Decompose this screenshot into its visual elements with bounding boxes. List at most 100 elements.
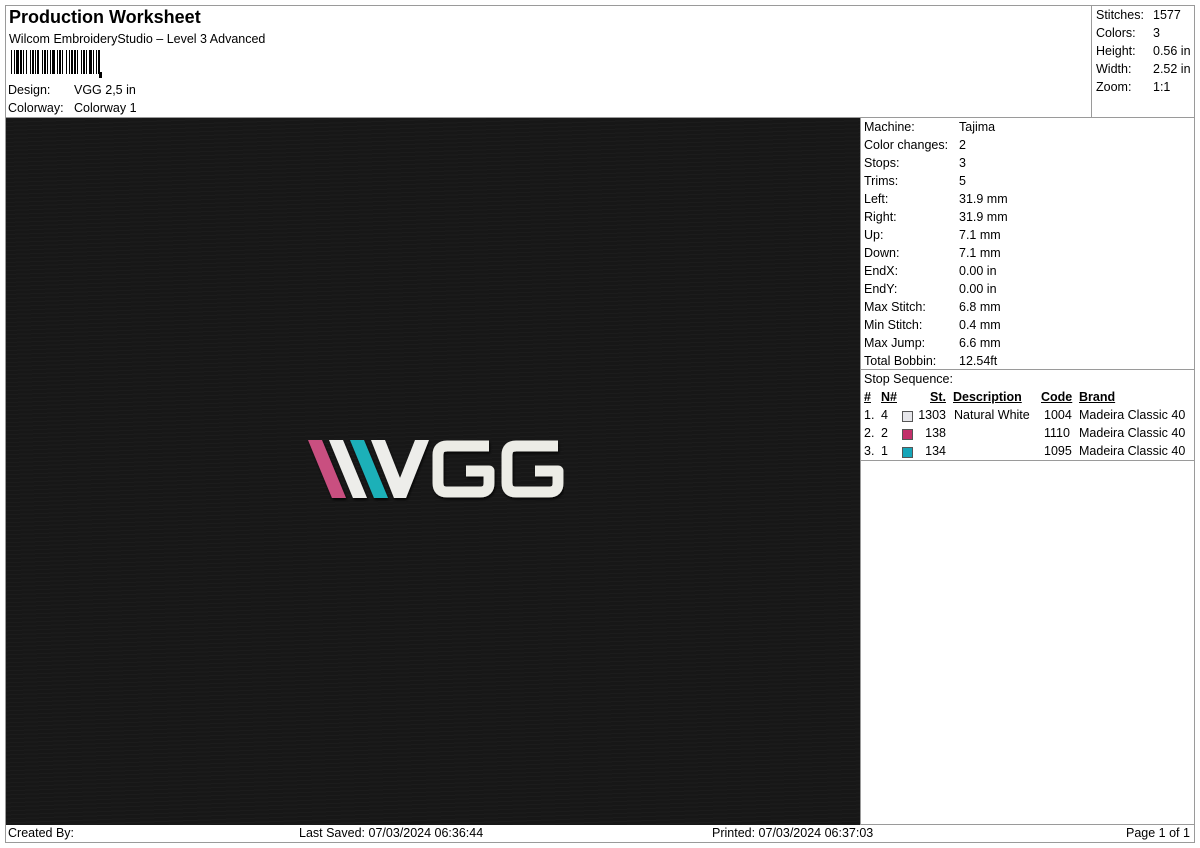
summary-value: 3 xyxy=(1153,26,1160,40)
summary-row: Width: 2.52 in xyxy=(1096,60,1191,78)
info-label: Max Jump: xyxy=(864,336,926,350)
info-label: Right: xyxy=(864,210,897,224)
seq-cell-n: 1 xyxy=(881,444,888,458)
info-label: Trims: xyxy=(864,174,899,188)
summary-row: Height: 0.56 in xyxy=(1096,42,1191,60)
info-value: 5 xyxy=(959,174,966,188)
summary-value: 0.56 in xyxy=(1153,44,1191,58)
info-label: Color changes: xyxy=(864,138,949,152)
seq-cell-st: 138 xyxy=(925,426,946,440)
design-label: Design: xyxy=(8,83,51,97)
info-row: EndY: 0.00 in xyxy=(864,280,1008,298)
software-subtitle: Wilcom EmbroideryStudio – Level 3 Advanc… xyxy=(9,32,266,46)
seq-cell-code: 1095 xyxy=(1044,444,1072,458)
info-label: Max Stitch: xyxy=(864,300,926,314)
col-header-stitches: St. xyxy=(930,390,946,404)
summary-label: Stitches: xyxy=(1096,8,1144,22)
seq-cell-st: 1303 xyxy=(918,408,946,422)
col-header-code: Code xyxy=(1041,390,1073,404)
info-row: Up: 7.1 mm xyxy=(864,226,1008,244)
summary-row: Colors: 3 xyxy=(1096,24,1191,42)
design-row: Design: VGG 2,5 in xyxy=(8,83,136,97)
barcode-image xyxy=(11,50,102,78)
thread-color-swatch xyxy=(902,447,913,458)
info-value: 6.8 mm xyxy=(959,300,1001,314)
thread-color-swatch xyxy=(902,411,913,422)
seq-cell-num: 3. xyxy=(864,444,875,458)
info-row: Down: 7.1 mm xyxy=(864,244,1008,262)
summary-stats: Stitches: 1577 Colors: 3 Height: 0.56 in Wi… xyxy=(1096,6,1191,96)
vgg-logo xyxy=(308,440,564,498)
info-value: 3 xyxy=(959,156,966,170)
col-header-num: # xyxy=(864,390,871,404)
seq-cell-brand: Madeira Classic 40 xyxy=(1079,444,1186,458)
last-saved: Last Saved: 07/03/2024 06:36:44 xyxy=(299,826,484,840)
summary-label: Width: xyxy=(1096,62,1132,76)
info-row: Stops: 3 xyxy=(864,154,1008,172)
info-row: Max Stitch: 6.8 mm xyxy=(864,298,1008,316)
info-label: EndY: xyxy=(864,282,898,296)
stop-sequence-title: Stop Sequence: xyxy=(864,372,953,386)
summary-row: Zoom: 1:1 xyxy=(1096,78,1191,96)
info-row: EndX: 0.00 in xyxy=(864,262,1008,280)
panel-divider xyxy=(860,117,861,825)
design-preview xyxy=(6,118,860,825)
info-label: Total Bobbin: xyxy=(864,354,937,368)
col-header-n: N# xyxy=(881,390,897,404)
info-value: 0.4 mm xyxy=(959,318,1001,332)
col-header-description: Description xyxy=(953,390,1022,404)
summary-value: 1:1 xyxy=(1153,80,1171,94)
seq-cell-code: 1110 xyxy=(1044,426,1070,440)
info-value: 31.9 mm xyxy=(959,210,1008,224)
info-value: 7.1 mm xyxy=(959,246,1001,260)
info-label: Down: xyxy=(864,246,900,260)
info-value: 31.9 mm xyxy=(959,192,1008,206)
info-value: Tajima xyxy=(959,120,996,134)
summary-label: Colors: xyxy=(1096,26,1136,40)
seq-cell-num: 2. xyxy=(864,426,875,440)
info-value: 0.00 in xyxy=(959,282,997,296)
created-by: Created By: xyxy=(8,826,75,840)
letter-g-first xyxy=(432,440,495,498)
info-value: 6.6 mm xyxy=(959,336,1001,350)
info-value: 12.54ft xyxy=(959,354,998,368)
summary-value: 2.52 in xyxy=(1153,62,1191,76)
seq-cell-n: 4 xyxy=(881,408,888,422)
colorway-value: Colorway 1 xyxy=(74,101,137,115)
machine-info: Machine: Tajima Color changes: 2 Stops: 3 Trim… xyxy=(864,118,1008,370)
page-title: Production Worksheet xyxy=(9,7,201,27)
info-label: Up: xyxy=(864,228,884,242)
colorway-row: Colorway: Colorway 1 xyxy=(8,101,137,115)
info-label: Machine: xyxy=(864,120,915,134)
info-row: Trims: 5 xyxy=(864,172,1008,190)
seq-cell-num: 1. xyxy=(864,408,875,422)
info-row: Max Jump: 6.6 mm xyxy=(864,334,1008,352)
letter-g-second xyxy=(501,440,564,498)
summary-row: Stitches: 1577 xyxy=(1096,6,1191,24)
thread-color-swatch xyxy=(902,429,913,440)
info-row: Left: 31.9 mm xyxy=(864,190,1008,208)
printed-date: Printed: 07/03/2024 06:37:03 xyxy=(712,826,874,840)
col-header-brand: Brand xyxy=(1079,390,1116,404)
info-label: Left: xyxy=(864,192,889,206)
seq-cell-brand: Madeira Classic 40 xyxy=(1079,426,1186,440)
info-value: 0.00 in xyxy=(959,264,997,278)
colorway-label: Colorway: xyxy=(8,101,64,115)
page-number: Page 1 of 1 xyxy=(1126,826,1190,840)
seq-cell-brand: Madeira Classic 40 xyxy=(1079,408,1186,422)
info-label: EndX: xyxy=(864,264,899,278)
info-label: Min Stitch: xyxy=(864,318,923,332)
seq-cell-st: 134 xyxy=(925,444,946,458)
seq-cell-code: 1004 xyxy=(1044,408,1072,422)
info-value: 2 xyxy=(959,138,966,152)
sequence-divider xyxy=(860,460,1195,461)
summary-label: Height: xyxy=(1096,44,1136,58)
seq-cell-description: Natural White xyxy=(954,408,1030,422)
info-row: Color changes: 2 xyxy=(864,136,1008,154)
summary-divider xyxy=(1091,5,1092,118)
design-value: VGG 2,5 in xyxy=(74,83,136,97)
info-value: 7.1 mm xyxy=(959,228,1001,242)
seq-cell-n: 2 xyxy=(881,426,888,440)
summary-label: Zoom: xyxy=(1096,80,1132,94)
info-row: Total Bobbin: 12.54ft xyxy=(864,352,1008,370)
